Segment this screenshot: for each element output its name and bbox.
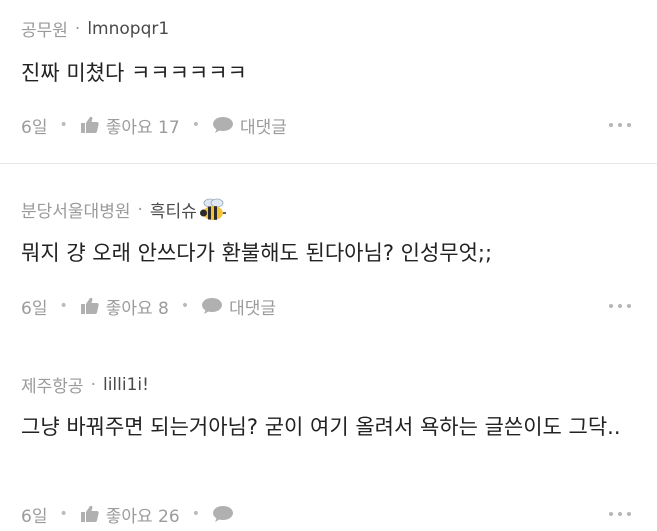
comment-meta: 분당서울대병원 · 흑티슈 (21, 197, 227, 222)
like-button[interactable]: 좋아요 8 (80, 294, 169, 319)
thumbs-up-icon (80, 116, 99, 133)
reply-button[interactable] (212, 505, 240, 523)
speech-bubble-icon (202, 298, 223, 314)
like-count: 좋아요 26 (105, 506, 180, 527)
company-name[interactable]: 제주항공 (21, 372, 84, 397)
comment-text: 그냥 바꿔주면 되는거아님? 굳이 여기 올려서 욕하는 글쓴이도 그닥.. (21, 415, 621, 439)
comment-text: 뭐지 걍 오래 안쓰다가 환불해도 된다아님? 인성무엇;; (21, 241, 493, 265)
action-separator: • (59, 506, 68, 522)
action-separator: • (59, 117, 68, 133)
comment-age: 6일 (21, 117, 48, 138)
meta-separator: · (74, 18, 81, 39)
reply-button[interactable]: 대댓글 (201, 294, 276, 319)
comment-meta: 제주항공 · lilli1i! (21, 372, 149, 398)
comment-actions: 6일 • 좋아요 8 • 대댓글 (21, 294, 631, 319)
thumbs-up-icon (80, 297, 99, 314)
action-separator: • (180, 298, 190, 314)
comment-age: 6일 (21, 506, 48, 527)
more-dots-icon[interactable] (609, 506, 631, 522)
like-count: 좋아요 8 (105, 298, 169, 319)
comment-meta: 공무원 · lmnopqr1 (21, 16, 169, 42)
company-name[interactable]: 분당서울대병원 (21, 197, 130, 222)
comment-text: 진짜 미쳤다 ㅋㅋㅋㅋㅋㅋ (21, 61, 247, 85)
thumbs-up-icon (80, 505, 99, 522)
comment-actions: 6일 • 좋아요 26 • (21, 502, 631, 527)
author-name[interactable]: 흑티슈 (150, 197, 197, 222)
company-name[interactable]: 공무원 (21, 16, 68, 41)
author-name[interactable]: lilli1i! (103, 375, 149, 395)
comment-actions: 6일 • 좋아요 17 • 대댓글 (21, 113, 631, 138)
author-name[interactable]: lmnopqr1 (87, 19, 169, 39)
like-button[interactable]: 좋아요 17 (80, 113, 180, 138)
action-separator: • (191, 506, 200, 522)
speech-bubble-icon (212, 506, 233, 522)
speech-bubble-icon (212, 117, 233, 133)
like-count: 좋아요 17 (105, 117, 180, 138)
comment-divider (0, 163, 657, 164)
action-separator: • (191, 117, 200, 133)
reply-button[interactable]: 대댓글 (212, 113, 287, 138)
meta-separator: · (90, 374, 96, 395)
action-separator: • (59, 298, 68, 314)
comment-age: 6일 (21, 298, 48, 319)
more-dots-icon[interactable] (609, 117, 631, 133)
reply-label: 대댓글 (229, 298, 277, 319)
meta-separator: · (137, 199, 143, 220)
more-dots-icon[interactable] (609, 298, 631, 314)
bee-icon (199, 198, 226, 220)
reply-label: 대댓글 (239, 117, 287, 138)
like-button[interactable]: 좋아요 26 (80, 502, 180, 527)
